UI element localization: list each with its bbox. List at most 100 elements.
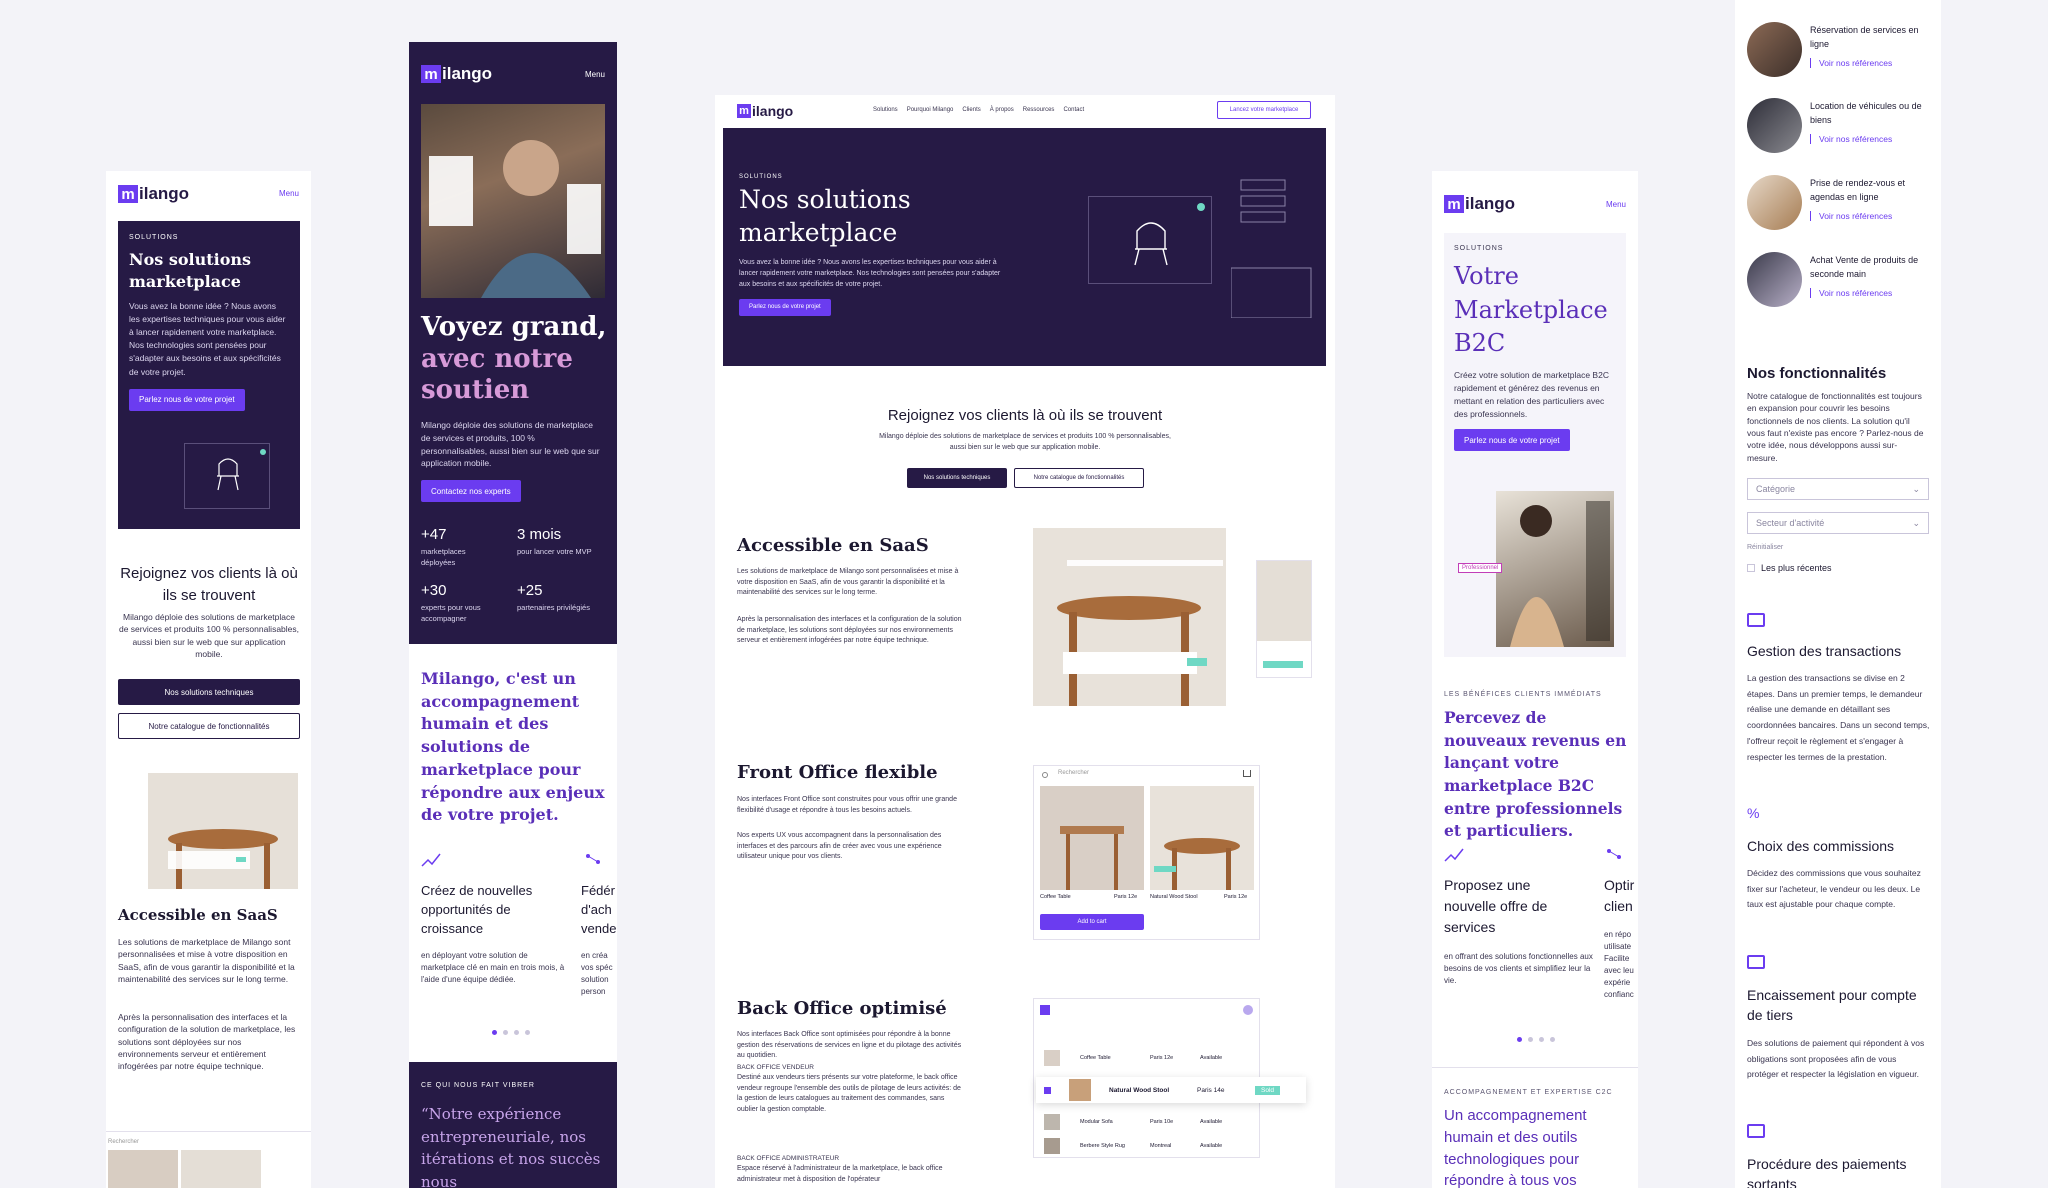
reference-item[interactable]: Location de véhicules ou de biens Voir n… [1747, 98, 1937, 158]
nav-apropos[interactable]: À propos [990, 107, 1014, 113]
back-title: Back Office optimisé [737, 998, 947, 1019]
dot[interactable] [1517, 1037, 1522, 1042]
carousel-dots[interactable] [489, 1022, 533, 1040]
row-thumb [1044, 1138, 1060, 1154]
table-row[interactable]: Modular Sofa Paris 10e Available [1044, 1113, 1244, 1131]
add-to-cart-button[interactable]: Add to cart [1040, 914, 1144, 930]
hero: SOLUTIONS Nos solutions marketplace Vous… [118, 221, 300, 529]
cart-icon[interactable] [1243, 770, 1251, 777]
reference-link[interactable]: Voir nos références [1810, 58, 1892, 68]
hero-cta-button[interactable]: Parlez nous de votre projet [739, 298, 831, 316]
back-p3: Espace réservé à l'administrateur de la … [737, 1165, 943, 1183]
nav-contact[interactable]: Contact [1063, 107, 1084, 113]
menu-button[interactable]: Menu [279, 189, 299, 198]
product-name-2: Natural Wood Stool [1150, 894, 1198, 900]
logo[interactable]: m ilango [737, 103, 793, 119]
reference-link[interactable]: Voir nos références [1810, 134, 1892, 144]
menu-button[interactable]: Menu [585, 70, 605, 79]
menu-button[interactable]: Menu [1606, 200, 1626, 209]
back-sub2: BACK OFFICE ADMINISTRATEUR [737, 1155, 840, 1162]
avatar[interactable] [1243, 1005, 1253, 1015]
logo-mark-small [1040, 1005, 1050, 1015]
dot[interactable] [514, 1030, 519, 1035]
table-row[interactable]: Natural Wood Stool Paris 14e Sold [1036, 1077, 1306, 1103]
row-name: Coffee Table [1080, 1055, 1111, 1061]
reference-item[interactable]: Réservation de services en ligne Voir no… [1747, 22, 1937, 82]
launch-button[interactable]: Lancez votre marketplace [1217, 101, 1311, 119]
category-select[interactable]: Catégorie ⌄ [1747, 478, 1929, 500]
chair-illustration [184, 443, 270, 509]
person-photo [429, 140, 601, 298]
dot[interactable] [1528, 1037, 1533, 1042]
reference-photo [1747, 252, 1802, 307]
feature-text: La gestion des transactions se divise en… [1747, 673, 1930, 762]
nav-pourquoi[interactable]: Pourquoi Milango [907, 107, 954, 113]
nav-solutions[interactable]: Solutions [873, 107, 898, 113]
dot[interactable] [1539, 1037, 1544, 1042]
stat-1: +47 marketplaces déployées [421, 526, 501, 568]
hero-photo [421, 104, 605, 298]
nav-clients[interactable]: Clients [962, 107, 980, 113]
back-office-table: Coffee Table Paris 12e Available Natural… [1033, 998, 1306, 1158]
recent-label: Les plus récentes [1761, 563, 1832, 573]
solutions-button[interactable]: Nos solutions techniques [118, 679, 300, 705]
table-row[interactable]: Coffee Table Paris 12e Available [1044, 1049, 1244, 1067]
recent-checkbox[interactable] [1747, 564, 1755, 572]
home-title-b: avec notre soutien [421, 344, 573, 406]
dot[interactable] [492, 1030, 497, 1035]
dot[interactable] [1550, 1037, 1555, 1042]
dot[interactable] [503, 1030, 508, 1035]
hero-eyebrow: SOLUTIONS [1454, 245, 1504, 252]
search-input[interactable]: Rechercher [1058, 770, 1089, 776]
catalogue-button[interactable]: Notre catalogue de fonctionnalités [118, 713, 300, 739]
table-row[interactable]: Berbere Style Rug Montreal Available [1044, 1137, 1244, 1155]
stat-value: +25 [517, 582, 543, 599]
saas-p2: Après la personnalisation des interfaces… [118, 1012, 296, 1072]
product-city-1: Paris 12e [1114, 894, 1138, 900]
hero-cta-button[interactable]: Parlez nous de votre projet [1454, 429, 1570, 452]
feature-text: Décidez des commissions que vous souhait… [1747, 868, 1921, 910]
recent-filter[interactable]: Les plus récentes [1747, 563, 1832, 573]
hero-cta-button[interactable]: Parlez nous de votre projet [129, 388, 245, 411]
nav-ressources[interactable]: Ressources [1023, 107, 1055, 113]
row-city: Paris 14e [1197, 1086, 1225, 1094]
logo[interactable]: m ilango [1444, 194, 1515, 214]
stat-2: 3 mois pour lancer votre MVP [517, 526, 607, 556]
stat-3: +30 experts pour vous accompagner [421, 582, 501, 624]
chevron-down-icon: ⌄ [1912, 517, 1920, 528]
carousel-dots[interactable] [1514, 1029, 1558, 1047]
reference-title: Location de véhicules ou de biens [1810, 101, 1922, 125]
sector-select[interactable]: Secteur d'activité ⌄ [1747, 512, 1929, 534]
row-checkbox[interactable] [1044, 1086, 1051, 1094]
stat-label: experts pour vous accompagner [421, 603, 481, 623]
reset-link[interactable]: Réinitialiser [1747, 544, 1783, 551]
contact-experts-button[interactable]: Contactez nos experts [421, 480, 521, 502]
reference-link[interactable]: Voir nos références [1810, 288, 1892, 298]
product-card-2[interactable] [1150, 786, 1254, 890]
solutions-button[interactable]: Nos solutions techniques [907, 468, 1007, 488]
front-mockup: Rechercher Coffee Table Paris 12e Natura… [1033, 765, 1260, 940]
card2-title: Fédér d'ach vende [581, 883, 617, 936]
stat-4: +25 partenaires privilégiés [517, 582, 607, 612]
row-name: Modular Sofa [1080, 1119, 1113, 1125]
search-icon[interactable] [1042, 772, 1048, 778]
reference-item[interactable]: Prise de rendez-vous et agendas en ligne… [1747, 175, 1937, 235]
logo[interactable]: m ilango [118, 184, 189, 204]
saas-title: Accessible en SaaS [737, 535, 929, 556]
saas-p1: Les solutions de marketplace de Milango … [118, 937, 295, 984]
product-card-1[interactable] [1040, 786, 1144, 890]
logo[interactable]: m ilango [421, 64, 492, 84]
dot[interactable] [525, 1030, 530, 1035]
row-thumb [1044, 1050, 1060, 1066]
catalogue-button[interactable]: Notre catalogue de fonctionnalités [1014, 468, 1144, 488]
side-image [1257, 561, 1311, 641]
search-placeholder[interactable]: Rechercher [108, 1138, 139, 1147]
vibe-quote: “Notre expérience entrepreneuriale, nos … [421, 1105, 601, 1188]
row-thumb [1044, 1114, 1060, 1130]
reference-item[interactable]: Achat Vente de produits de seconde main … [1747, 252, 1937, 312]
transaction-icon [1747, 613, 1765, 627]
hero-intro: Vous avez la bonne idée ? Nous avons les… [129, 300, 286, 377]
mobile-mockup-home: m ilango Menu Voyez grand, avec notre sou… [409, 42, 617, 1188]
reference-link[interactable]: Voir nos références [1810, 211, 1892, 221]
saas-p1: Les solutions de marketplace de Milango … [737, 568, 959, 596]
